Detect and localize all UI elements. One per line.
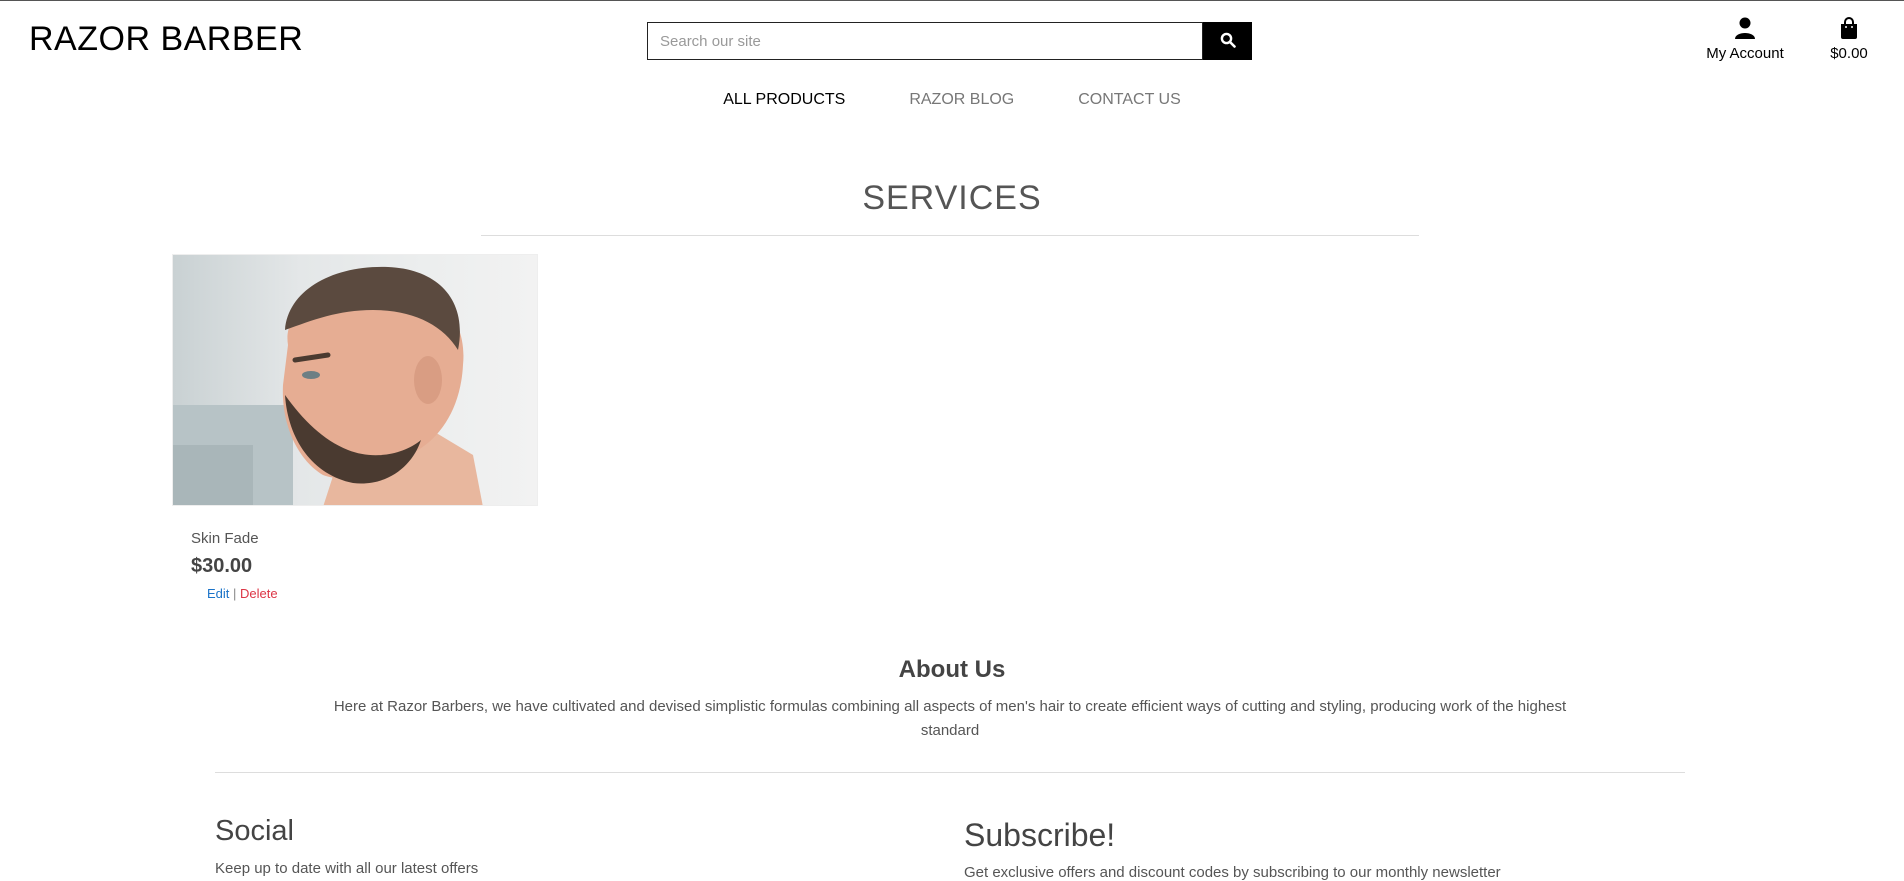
site-logo[interactable]: RAZOR BARBER: [29, 20, 303, 59]
shopping-bag-icon: [1840, 17, 1858, 41]
product-price: $30.00: [191, 555, 253, 577]
title-divider: [481, 235, 1419, 236]
my-account-link[interactable]: My Account: [1700, 17, 1790, 62]
my-account-label: My Account: [1706, 45, 1784, 62]
product-image[interactable]: [172, 254, 538, 506]
nav-all-products[interactable]: ALL PRODUCTS: [691, 91, 877, 109]
subscribe-text: Get exclusive offers and discount codes …: [964, 864, 1501, 881]
cart-link[interactable]: $0.00: [1826, 17, 1872, 62]
social-text: Keep up to date with all our latest offe…: [215, 860, 479, 877]
nav-contact-us[interactable]: CONTACT US: [1046, 91, 1213, 109]
edit-link[interactable]: Edit: [207, 586, 229, 601]
delete-link[interactable]: Delete: [240, 586, 278, 601]
product-admin-actions: Edit | Delete: [207, 586, 278, 601]
subscribe-title: Subscribe!: [964, 817, 1116, 853]
user-icon: [1735, 17, 1755, 41]
search-form: [647, 22, 1252, 60]
page-title: SERVICES: [862, 179, 1042, 217]
search-input[interactable]: [647, 22, 1203, 60]
about-text: Here at Razor Barbers, we have cultivate…: [333, 698, 1567, 739]
search-icon: [1220, 32, 1236, 51]
action-separator: |: [233, 586, 237, 601]
nav-razor-blog[interactable]: RAZOR BLOG: [877, 91, 1046, 109]
about-title: About Us: [898, 656, 1006, 683]
about-divider: [215, 772, 1685, 773]
cart-total: $0.00: [1830, 45, 1868, 62]
page: RAZOR BARBER My Account: [0, 0, 1904, 881]
social-title: Social: [215, 815, 294, 847]
search-button[interactable]: [1203, 22, 1252, 60]
product-name[interactable]: Skin Fade: [191, 530, 259, 547]
main-nav: ALL PRODUCTS RAZOR BLOG CONTACT US: [0, 91, 1904, 109]
